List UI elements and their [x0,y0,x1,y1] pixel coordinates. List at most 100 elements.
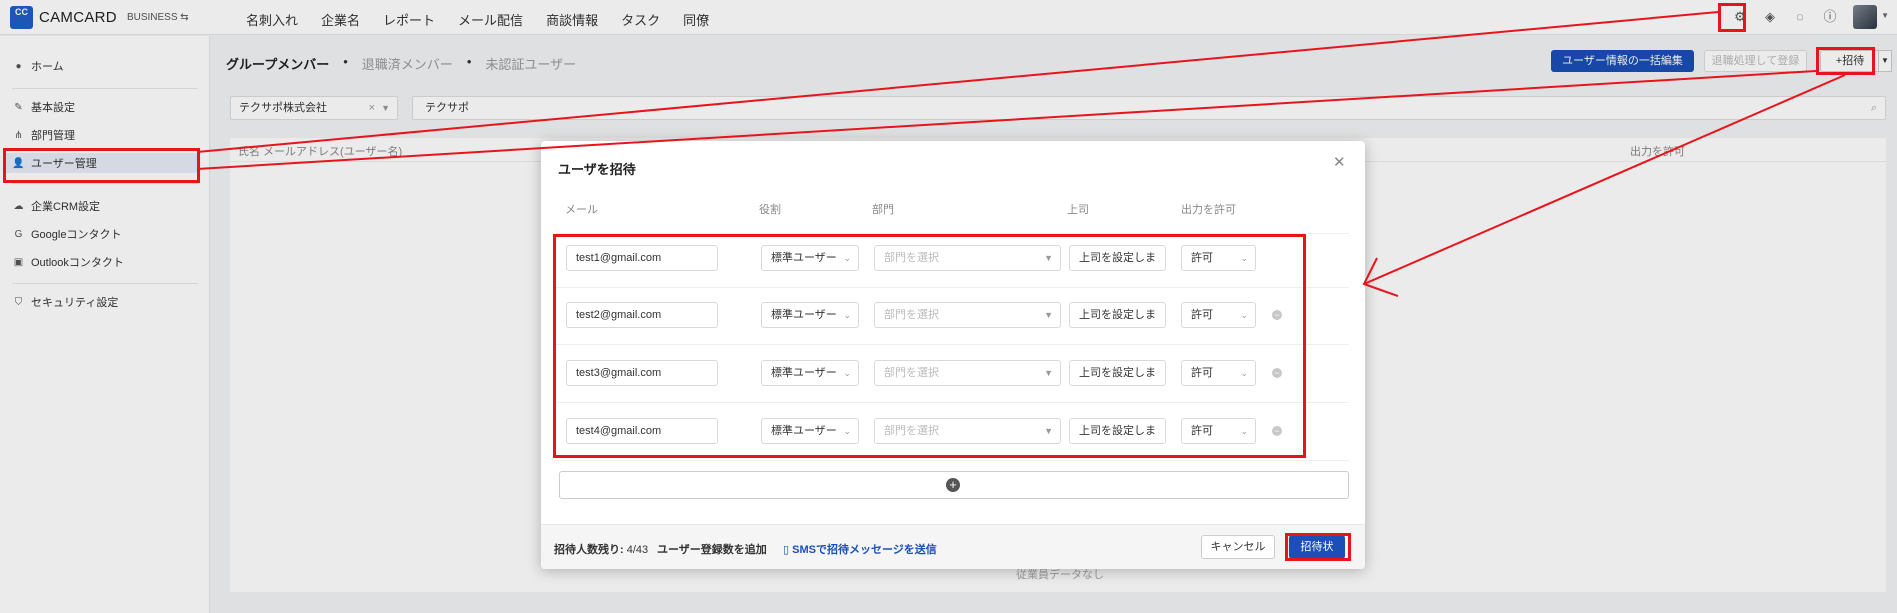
column-department: 部門 [872,204,894,216]
supervisor-field[interactable]: 上司を設定しま [1069,360,1166,386]
sidebar-item-user-management[interactable]: 👤 ユーザー管理 [4,153,199,173]
tab-group-members[interactable]: グループメンバー [226,54,329,73]
outlook-icon: ▣ [13,256,24,268]
email-field[interactable]: test2@gmail.com [566,302,718,328]
company-filter-select[interactable]: テクサポ株式会社 × ▼ [230,96,398,120]
sidebar-item-label: Outlookコンタクト [31,257,124,269]
google-icon: G [14,228,23,240]
sidebar-item-security[interactable]: ⛉ セキュリティ設定 [12,292,119,312]
nav-item-tasks[interactable]: タスク [621,10,660,29]
chevron-down-icon[interactable]: ▼ [1881,11,1889,20]
role-select[interactable]: 標準ユーザー ⌄ [761,245,859,271]
sidebar-item-label: 基本設定 [31,102,75,114]
close-icon[interactable]: ✕ [1333,153,1346,171]
remove-row-icon[interactable]: − [1272,310,1282,320]
email-field[interactable]: test1@gmail.com [566,245,718,271]
column-supervisor: 上司 [1067,204,1089,216]
tab-separator: • [466,54,472,69]
invite-button[interactable]: +招待 [1820,50,1880,72]
remove-row-icon[interactable]: − [1272,368,1282,378]
chat-icon[interactable]: ◌ [1791,8,1809,26]
column-name-email: 氏名 メールアドレス(ユーザー名) [238,146,403,158]
app-name: CAMCARD [39,9,117,26]
chevron-down-icon: ⌄ [843,253,851,263]
output-permission-select[interactable]: 許可 ⌄ [1181,245,1256,271]
dialog-title: ユーザを招待 [558,162,636,177]
retire-register-button[interactable]: 退職処理して登録 [1704,50,1807,72]
sidebar-item-basic-settings[interactable]: ✎ 基本設定 [12,97,75,117]
layers-icon[interactable]: ◈ [1761,8,1779,26]
sidebar-item-google-contacts[interactable]: G Googleコンタクト [12,224,122,244]
cancel-button[interactable]: キャンセル [1201,535,1275,559]
sidebar-item-home[interactable]: ● ホーム [12,56,63,76]
department-placeholder: 部門を選択 [884,425,939,437]
search-input[interactable]: テクサポ ⌕ [412,96,1886,120]
remove-row-icon[interactable]: − [1272,426,1282,436]
avatar[interactable] [1853,5,1877,29]
edition-switch[interactable]: BUSINESS ⇆ [127,12,189,23]
department-select[interactable]: 部門を選択 ▼ [874,418,1061,444]
output-value: 許可 [1191,252,1213,264]
chevron-down-icon: ⌄ [1240,253,1248,263]
sidebar-item-outlook-contacts[interactable]: ▣ Outlookコンタクト [12,252,124,272]
chevron-down-icon: ⌄ [843,310,851,320]
divider [555,287,1349,288]
phone-icon: ▯ [783,544,793,556]
tab-unverified-users[interactable]: 未認証ユーザー [485,54,576,73]
output-permission-select[interactable]: 許可 ⌄ [1181,360,1256,386]
sidebar-item-label: 企業CRM設定 [31,201,101,213]
chevron-down-icon: ⌄ [1240,426,1248,436]
supervisor-field[interactable]: 上司を設定しま [1069,302,1166,328]
column-output-permission: 出力を許可 [1630,146,1685,158]
add-row-button[interactable]: + [559,471,1349,499]
send-invitation-button[interactable]: 招待状 [1289,535,1345,559]
sidebar-item-crm-settings[interactable]: ☁ 企業CRM設定 [12,196,101,216]
add-license-link[interactable]: ユーザー登録数を追加 [657,541,767,557]
column-role: 役割 [759,204,781,216]
invite-dropdown-button[interactable]: ▼ [1878,50,1892,72]
output-value: 許可 [1191,309,1213,321]
clear-icon[interactable]: × [369,97,375,119]
sms-invite-link[interactable]: ▯ SMSで招待メッセージを送信 [783,541,937,557]
nav-item-deals[interactable]: 商談情報 [546,10,598,29]
role-value: 標準ユーザー [771,309,837,321]
logo[interactable]: CC CAMCARD BUSINESS ⇆ [10,6,189,29]
nav-item-reports[interactable]: レポート [383,10,435,29]
tab-retired-members[interactable]: 退職済メンバー [362,54,453,73]
divider [555,344,1349,345]
info-icon: ● [15,60,22,72]
output-value: 許可 [1191,367,1213,379]
output-value: 許可 [1191,425,1213,437]
output-permission-select[interactable]: 許可 ⌄ [1181,418,1256,444]
search-value: テクサポ [425,102,469,114]
chevron-down-icon: ▼ [1044,310,1053,320]
sidebar-item-label: セキュリティ設定 [31,297,119,309]
output-permission-select[interactable]: 許可 ⌄ [1181,302,1256,328]
divider [555,402,1349,403]
department-select[interactable]: 部門を選択 ▼ [874,360,1061,386]
nav-item-cards[interactable]: 名刺入れ [246,10,298,29]
search-icon[interactable]: ⌕ [1871,97,1877,119]
department-select[interactable]: 部門を選択 ▼ [874,302,1061,328]
remaining-value: 4/43 [626,544,649,556]
chevron-down-icon: ▼ [381,103,390,113]
supervisor-field[interactable]: 上司を設定しま [1069,245,1166,271]
supervisor-field[interactable]: 上司を設定しま [1069,418,1166,444]
settings-icon[interactable]: ⚙ [1731,8,1749,26]
chevron-down-icon: ⌄ [843,368,851,378]
department-select[interactable]: 部門を選択 ▼ [874,245,1061,271]
nav-item-mail[interactable]: メール配信 [458,10,523,29]
email-field[interactable]: test3@gmail.com [566,360,718,386]
divider [12,88,198,89]
invite-user-dialog: ユーザを招待 ✕ メール 役割 部門 上司 出力を許可 test1@gmail.… [541,141,1365,569]
help-icon[interactable]: ⓘ [1821,8,1839,26]
nav-item-colleagues[interactable]: 同僚 [683,10,709,29]
role-select[interactable]: 標準ユーザー ⌄ [761,418,859,444]
chevron-down-icon: ⌄ [1240,310,1248,320]
email-field[interactable]: test4@gmail.com [566,418,718,444]
nav-item-companies[interactable]: 企業名 [321,10,360,29]
bulk-edit-button[interactable]: ユーザー情報の一括編集 [1551,50,1694,72]
role-select[interactable]: 標準ユーザー ⌄ [761,360,859,386]
role-select[interactable]: 標準ユーザー ⌄ [761,302,859,328]
sidebar-item-department[interactable]: ⋔ 部門管理 [12,125,75,145]
